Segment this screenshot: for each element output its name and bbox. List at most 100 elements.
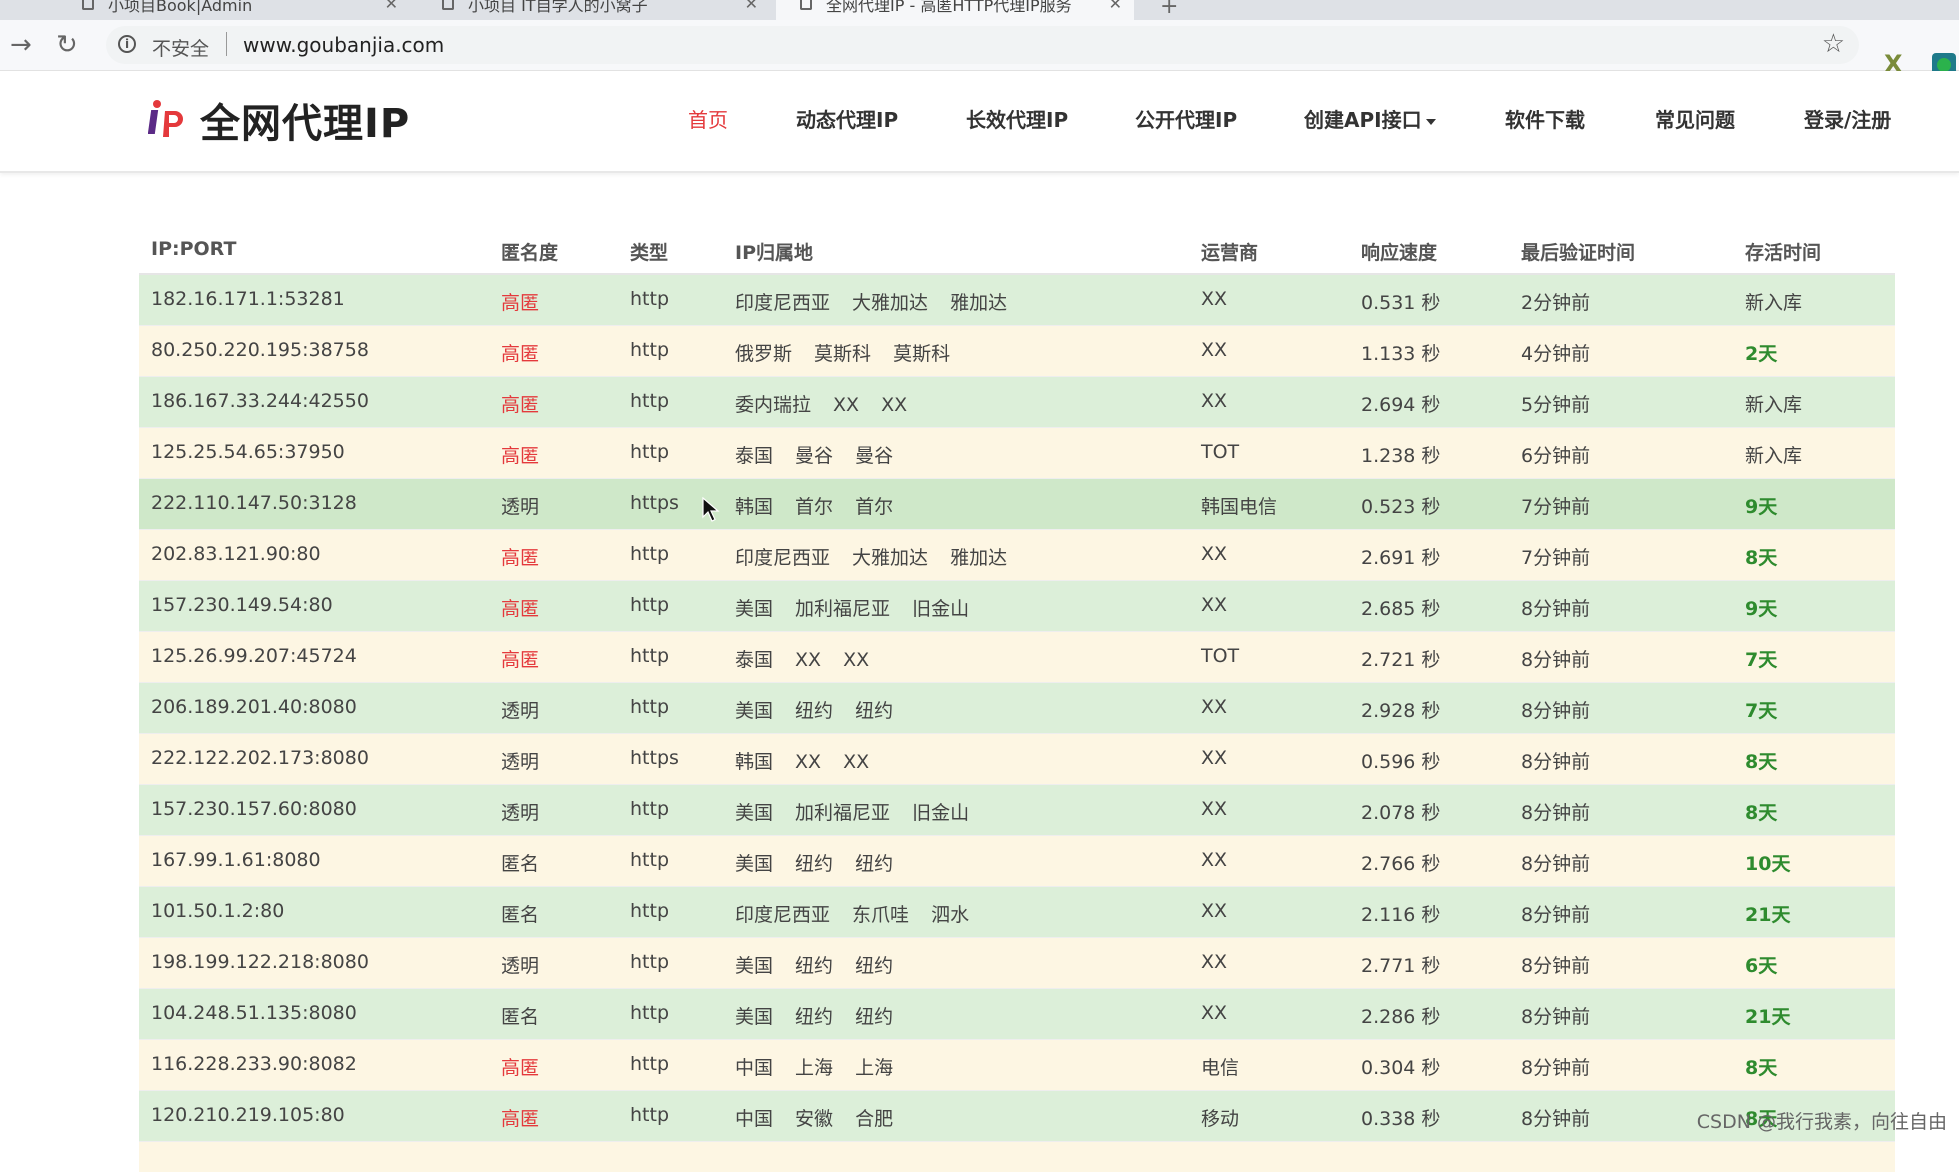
header-speed: 响应速度 xyxy=(1361,242,1438,264)
table-row: 222.122.202.173:8080 透明 https 韩国 XX XX X… xyxy=(139,734,1895,785)
url-text[interactable]: www.goubanjia.com xyxy=(243,33,444,57)
cell-type: http xyxy=(630,645,670,667)
nav-create-api[interactable]: 创建API接口 xyxy=(1304,104,1436,133)
browser-tab[interactable]: 小项目 IT自学人的小窝子 ✕ xyxy=(418,0,770,20)
cell-location: 美国 纽约 纽约 xyxy=(735,700,894,722)
cell-speed: 0.531 秒 xyxy=(1361,292,1441,314)
close-tab-icon[interactable]: ✕ xyxy=(1109,0,1122,13)
cell-isp: XX xyxy=(1201,747,1228,769)
bookmark-star-icon[interactable]: ☆ xyxy=(1822,29,1845,59)
cell-location: 韩国 XX XX xyxy=(735,751,870,773)
cell-uptime: 6天 xyxy=(1745,955,1778,977)
cell-last-verify: 8分钟前 xyxy=(1521,802,1591,824)
header-last-verify: 最后验证时间 xyxy=(1521,242,1636,264)
table-row: 80.250.220.195:38758 高匿 http 俄罗斯 莫斯科 莫斯科… xyxy=(139,326,1895,377)
cell-uptime: 9天 xyxy=(1745,598,1778,620)
ip-logo-icon xyxy=(148,100,183,137)
cell-location: 美国 纽约 纽约 xyxy=(735,1006,894,1028)
close-tab-icon[interactable]: ✕ xyxy=(385,0,398,13)
site-logo-text[interactable]: 全网代理IP xyxy=(200,91,410,149)
cell-type: https xyxy=(630,492,679,514)
cell-location: 韩国 首尔 首尔 xyxy=(735,496,894,518)
browser-tab[interactable]: 小项目Book|Admin ✕ xyxy=(58,0,410,20)
separator xyxy=(226,32,227,56)
cell-location: 美国 纽约 纽约 xyxy=(735,955,894,977)
forward-arrow-icon[interactable]: → xyxy=(10,30,32,60)
cell-ip-port: 157.230.157.60:8080 xyxy=(151,798,357,820)
nav-home[interactable]: 首页 xyxy=(688,104,728,133)
cell-uptime: 10天 xyxy=(1745,853,1791,875)
cell-speed: 0.304 秒 xyxy=(1361,1057,1441,1079)
cell-uptime: 2天 xyxy=(1745,343,1778,365)
cell-isp: XX xyxy=(1201,951,1228,973)
table-row: 116.228.233.90:8082 高匿 http 中国 上海 上海 电信 … xyxy=(139,1040,1895,1091)
cell-isp: 韩国电信 xyxy=(1201,496,1278,518)
cell-isp: XX xyxy=(1201,288,1228,310)
cell-isp: XX xyxy=(1201,543,1228,565)
cell-type: http xyxy=(630,441,670,463)
cell-speed: 2.771 秒 xyxy=(1361,955,1441,977)
cell-type: http xyxy=(630,390,670,412)
cell-speed: 1.238 秒 xyxy=(1361,445,1441,467)
cell-type: http xyxy=(630,594,670,616)
table-row: 182.16.171.1:53281 高匿 http 印度尼西亚 大雅加达 雅加… xyxy=(139,275,1895,326)
table-row: 206.189.201.40:8080 透明 http 美国 纽约 纽约 XX … xyxy=(139,683,1895,734)
cell-location: 俄罗斯 莫斯科 莫斯科 xyxy=(735,343,951,365)
cell-last-verify: 8分钟前 xyxy=(1521,598,1591,620)
nav-dynamic-proxy[interactable]: 动态代理IP xyxy=(796,104,898,133)
cell-type: http xyxy=(630,798,670,820)
address-bar: → ↻ i 不安全 www.goubanjia.com ☆ X xyxy=(0,20,1959,78)
csdn-watermark: CSDN @我行我素，向往自由 xyxy=(1696,1111,1947,1133)
nav-login-register[interactable]: 登录/注册 xyxy=(1804,104,1891,133)
cell-uptime: 8天 xyxy=(1745,1057,1778,1079)
mouse-cursor-icon xyxy=(702,497,720,522)
nav-long-term-proxy[interactable]: 长效代理IP xyxy=(966,104,1068,133)
nav-public-proxy[interactable]: 公开代理IP xyxy=(1135,104,1237,133)
cell-type: http xyxy=(630,1002,670,1024)
header-ip-port: IP:PORT xyxy=(151,238,237,260)
cell-isp: XX xyxy=(1201,594,1228,616)
cell-last-verify: 4分钟前 xyxy=(1521,343,1591,365)
browser-tab-strip: 小项目Book|Admin ✕ 小项目 IT自学人的小窝子 ✕ 全网代理IP -… xyxy=(0,0,1959,20)
cell-ip-port: 202.83.121.90:80 xyxy=(151,543,321,565)
page-icon xyxy=(442,0,454,10)
cell-last-verify: 2分钟前 xyxy=(1521,292,1591,314)
page-icon xyxy=(82,0,94,10)
cell-isp: TOT xyxy=(1201,441,1240,463)
cell-last-verify: 7分钟前 xyxy=(1521,496,1591,518)
cell-last-verify: 7分钟前 xyxy=(1521,547,1591,569)
cell-last-verify: 8分钟前 xyxy=(1521,1057,1591,1079)
omnibox[interactable]: i 不安全 www.goubanjia.com ☆ xyxy=(106,26,1859,64)
cell-ip-port: 80.250.220.195:38758 xyxy=(151,339,369,361)
reload-icon[interactable]: ↻ xyxy=(56,30,78,60)
cell-uptime: 7天 xyxy=(1745,700,1778,722)
cell-ip-port: 167.99.1.61:8080 xyxy=(151,849,321,871)
cell-location: 印度尼西亚 大雅加达 雅加达 xyxy=(735,547,1008,569)
cell-anonymity: 透明 xyxy=(501,751,540,773)
security-label: 不安全 xyxy=(152,38,210,60)
close-tab-icon[interactable]: ✕ xyxy=(745,0,758,13)
cell-isp: XX xyxy=(1201,339,1228,361)
cell-last-verify: 6分钟前 xyxy=(1521,445,1591,467)
browser-tab-active[interactable]: 全网代理IP - 高匿HTTP代理IP服务 ✕ xyxy=(776,0,1134,20)
cell-ip-port: 222.122.202.173:8080 xyxy=(151,747,369,769)
cell-ip-port: 186.167.33.244:42550 xyxy=(151,390,369,412)
nav-software-download[interactable]: 软件下载 xyxy=(1505,104,1585,133)
header-type: 类型 xyxy=(630,242,669,264)
tab-title: 小项目Book|Admin xyxy=(108,0,253,15)
cell-anonymity: 高匿 xyxy=(501,343,540,365)
cell-last-verify: 8分钟前 xyxy=(1521,1006,1591,1028)
nav-faq[interactable]: 常见问题 xyxy=(1655,104,1735,133)
cell-location: 委内瑞拉 XX XX xyxy=(735,394,908,416)
site-header: 全网代理IP 首页 动态代理IP 长效代理IP 公开代理IP 创建API接口 软… xyxy=(0,71,1959,173)
cell-anonymity: 透明 xyxy=(501,496,540,518)
cell-last-verify: 8分钟前 xyxy=(1521,1108,1591,1130)
info-icon[interactable]: i xyxy=(118,35,136,53)
cell-anonymity: 高匿 xyxy=(501,547,540,569)
cell-speed: 0.338 秒 xyxy=(1361,1108,1441,1130)
cell-ip-port: 206.189.201.40:8080 xyxy=(151,696,357,718)
cell-ip-port: 198.199.122.218:8080 xyxy=(151,951,369,973)
new-tab-icon[interactable]: + xyxy=(1160,0,1178,19)
tab-title: 全网代理IP - 高匿HTTP代理IP服务 xyxy=(826,0,1072,15)
cell-isp: XX xyxy=(1201,390,1228,412)
